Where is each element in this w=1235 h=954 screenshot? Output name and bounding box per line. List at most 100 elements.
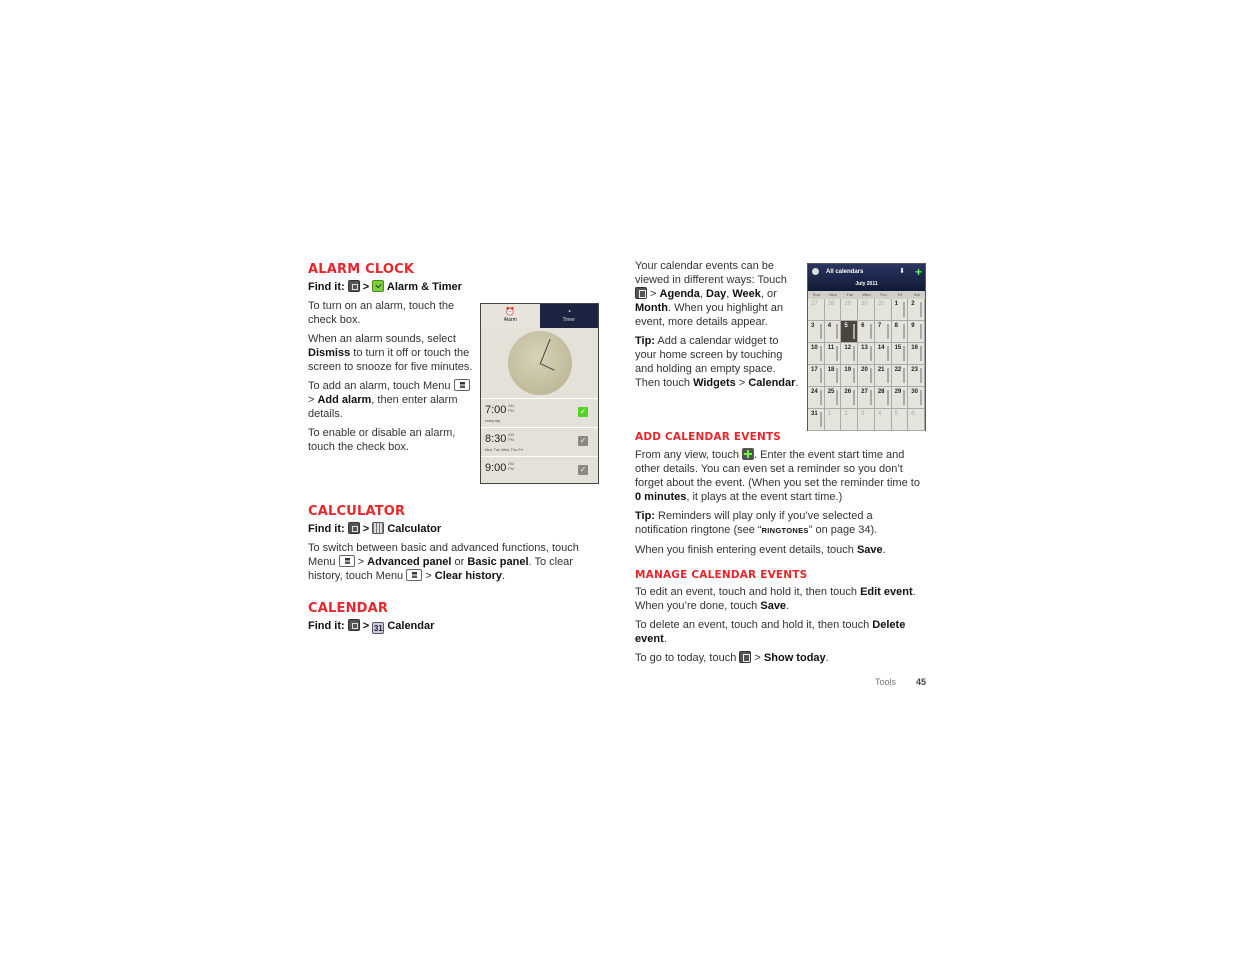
event-bar [853,390,856,405]
event-bar [903,324,906,339]
calendar-screenshot: All calendars ⬇ + July 2011 Sun Mon Tue Wed… [807,263,926,431]
download-icon: ⬇ [899,268,905,275]
calendar-day[interactable]: 20 [858,365,875,387]
bold-text: Week [732,288,761,300]
bold-text: Agenda [659,288,700,300]
event-bar [919,346,922,361]
calendar-day[interactable]: 19 [841,365,859,387]
calendar-title: All calendars [826,269,864,275]
calendar-day[interactable]: 1 [824,409,842,431]
am-pm: AM PM [508,461,514,471]
text: > [359,523,373,535]
event-bar [903,390,906,405]
calendar-day[interactable]: 25 [824,387,842,409]
calendar-day[interactable]: 11 [824,343,842,365]
calendar-day[interactable]: 14 [874,343,892,365]
calendar-day[interactable]: 15 [891,343,909,365]
event-bar [903,302,906,317]
calendar-day[interactable]: 4 [874,409,892,431]
event-bar [836,346,839,361]
calendar-day[interactable]: 26 [841,387,859,409]
calendar-day[interactable]: 10 [808,343,825,365]
alarm-row[interactable]: 7:00 AM PM every day ✓ [481,398,598,428]
calculator-icon [372,522,385,534]
calendar-day[interactable]: 27 [808,299,825,321]
bold-text: Tip: [635,510,655,522]
add-events-text: From any view, touch . Enter the event s… [635,448,927,562]
bold-text: Advanced panel [367,556,452,568]
calendar-day[interactable]: 22 [891,365,909,387]
text: When an alarm sounds, select [308,333,456,345]
paragraph: When an alarm sounds, select Dismiss to … [308,332,473,374]
calendar-day[interactable]: 30 [908,387,925,409]
text: . [786,600,790,612]
manual-page: ALARM CLOCK Find it: > Alarm & Timer To … [0,0,1235,954]
calendar-day[interactable]: 1 [891,299,909,321]
calendar-day[interactable]: 28 [824,299,842,321]
calendar-day[interactable]: 28 [874,387,892,409]
event-bar [819,412,822,427]
calendar-day[interactable]: 18 [824,365,842,387]
calendar-day[interactable]: 4 [824,321,842,343]
calendar-day[interactable]: 8 [891,321,909,343]
calendar-day[interactable]: 30 [858,299,875,321]
calendar-day[interactable]: 2 [908,299,925,321]
calendar-day[interactable]: 31 [808,409,825,431]
calendar-day[interactable]: 13 [858,343,875,365]
bold-text: Edit event [860,586,913,598]
alarm-checkbox[interactable]: ✓ [578,407,588,417]
calendar-day[interactable]: 6 [908,409,925,431]
text: > [354,556,368,568]
bold-text: Tip: [635,335,655,347]
bold-text: Day [706,288,727,300]
paragraph: To switch between basic and advanced fun… [308,541,603,583]
alarm-checkbox[interactable]: ✓ [578,465,588,475]
day-name: Thu [879,292,887,297]
alarm-row[interactable]: 8:30 AM PM Mon, Tue, Wed, Thu, Fri ✓ [481,427,598,457]
calendar-day[interactable]: 27 [858,387,875,409]
alarm-checkbox[interactable]: ✓ [578,436,588,446]
alarm-time: 8:30 [485,433,507,445]
bold-text: Dismiss [308,347,351,359]
text: To edit an event, touch and hold it, the… [635,586,861,598]
calendar-day[interactable]: 3 [858,409,875,431]
day-name: Mon [829,292,837,297]
bold-text: Calculator [384,523,442,535]
calendar-day[interactable]: 29 [891,387,909,409]
paragraph: When you finish entering event details, … [635,543,927,557]
bold-text: Find it: [308,620,348,632]
calendar-day[interactable]: 3 [808,321,825,343]
calendar-day[interactable]: 5 [841,321,859,343]
alarm-days: every day [485,419,501,423]
menu-icon [406,569,423,581]
calendar-day[interactable]: 17 [808,365,825,387]
calendar-day[interactable]: 7 [874,321,892,343]
bold-text: Show today [763,652,826,664]
calendar-day[interactable]: 29 [841,299,859,321]
calendar-day[interactable]: 9 [908,321,925,343]
event-bar [819,346,822,361]
calendar-day[interactable]: 21 [874,365,892,387]
event-bar [886,324,889,339]
calendar-day[interactable]: 24 [808,387,825,409]
alarm-row[interactable]: 9:00 AM PM ✓ [481,456,598,486]
text: To delete an event, touch and hold it, t… [635,619,873,631]
paragraph: To turn on an alarm, touch the check box… [308,299,473,327]
event-bar [853,324,856,339]
calendar-day[interactable]: 6 [858,321,875,343]
calendar-day[interactable]: 5 [891,409,909,431]
calendar-day[interactable]: 16 [908,343,925,365]
calendar-menu-icon [635,287,647,299]
calendar-day[interactable]: 2 [841,409,859,431]
calendar-day[interactable]: 23 [908,365,925,387]
day-name: Sat [913,292,920,297]
calendar-day[interactable]: 12 [841,343,859,365]
event-bar [919,368,922,383]
alarm-clock-icon: ⏰ [505,307,516,316]
find-it-calculator: Find it: > Calculator [308,522,441,535]
alarm-time: 7:00 [485,404,507,416]
bold-text: Clear history [434,570,503,582]
calendar-day[interactable]: 31 [874,299,892,321]
event-bar [819,324,822,339]
text: . [795,377,799,389]
